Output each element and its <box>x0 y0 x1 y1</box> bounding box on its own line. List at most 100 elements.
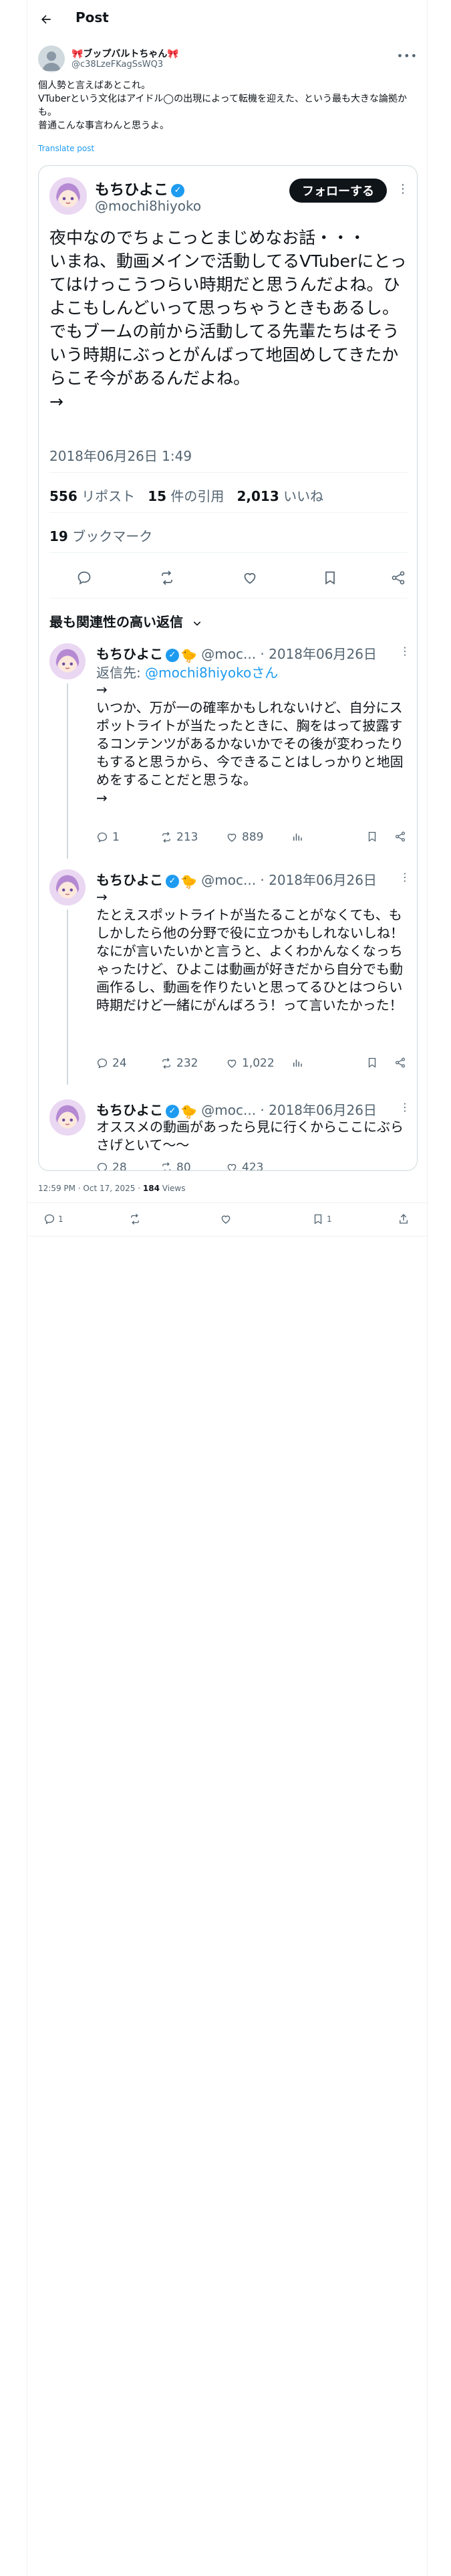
reply-icon[interactable] <box>76 570 92 586</box>
chick-icon: 🐤 <box>180 1103 197 1119</box>
thread-line <box>67 909 68 1085</box>
quote-author-handle[interactable]: @mochi8hiyoko <box>95 198 201 214</box>
embedded-tweet[interactable]: もちひよこ ✓ @mochi8hiyoko フォローする ⋮ 夜中なのでちょこっと… <box>38 165 418 1171</box>
divider <box>27 1236 428 1237</box>
reply-author-name[interactable]: もちひよこ <box>96 872 163 888</box>
retweet-icon <box>162 1162 170 1170</box>
post-author-row: 🎀ブップバルトちゃん🎀 @c38LzeFKagSsWQ3 ••• <box>38 45 418 72</box>
more-icon[interactable]: ••• <box>397 49 418 62</box>
like-button[interactable]: 1,022 <box>226 1057 275 1070</box>
retweet-button[interactable]: 213 <box>160 831 198 844</box>
page-title: Post <box>76 9 109 25</box>
reply-count: 24 <box>112 1057 127 1070</box>
bookmark-icon[interactable] <box>366 831 378 843</box>
quote-label[interactable]: 件の引用 <box>166 488 224 504</box>
share-icon[interactable] <box>398 1213 410 1225</box>
bookmark-icon <box>314 1214 322 1224</box>
sort-label: 最も関連性の高い返信 <box>49 614 183 630</box>
post-timestamp[interactable]: 12:59 PM · Oct 17, 2025 · 184 Views <box>38 1184 186 1193</box>
reply-button[interactable]: 24 <box>96 1057 127 1070</box>
retweet-label[interactable]: リポスト <box>78 488 135 504</box>
quote-date[interactable]: 2018年06月26日 1:49 <box>49 445 192 465</box>
more-icon[interactable]: ⋮ <box>400 1101 410 1113</box>
share-icon[interactable] <box>394 831 406 843</box>
retweet-icon[interactable] <box>159 570 175 586</box>
views-icon[interactable] <box>291 1057 303 1069</box>
back-arrow-icon[interactable] <box>38 11 54 27</box>
reply-text: オススメの動画があったら見に行くからここにぶらさげといて〜〜 <box>96 1119 404 1153</box>
bookmark-icon[interactable] <box>322 570 338 586</box>
divider <box>49 552 408 553</box>
retweet-button[interactable]: 232 <box>160 1057 198 1070</box>
like-icon[interactable] <box>220 1213 232 1225</box>
retweet-icon <box>162 1058 170 1069</box>
reply-icon <box>97 832 108 843</box>
share-icon[interactable] <box>390 570 406 586</box>
reply-button[interactable]: 1 <box>96 831 120 844</box>
reply-meta[interactable]: @moc... · 2018年06月26日 <box>197 646 377 662</box>
post-text: 個人勢と言えばあとこれ。 VTuberという文化はアイドル◯の出現によって転機を… <box>38 80 407 131</box>
quote-author-name-text: もちひよこ <box>95 182 169 199</box>
reply-action-bar: 1 213 889 <box>96 831 408 847</box>
bookmark-count: 1 <box>327 1214 332 1224</box>
reply-icon <box>97 1162 108 1170</box>
retweet-count: 556 <box>49 488 78 504</box>
reply-tweet[interactable]: もちひよこ ✓ 🐤 @moc... · 2018年06月26日 ⋮ → たとえスポッ… <box>39 867 417 1085</box>
more-icon[interactable]: ⋮ <box>400 645 410 657</box>
like-button[interactable]: 889 <box>226 831 263 844</box>
reply-meta[interactable]: @moc... · 2018年06月26日 <box>197 1102 377 1118</box>
avatar[interactable] <box>49 869 86 905</box>
views-icon[interactable] <box>291 831 303 843</box>
bookmark-button[interactable]: 1 <box>312 1213 332 1225</box>
avatar[interactable] <box>49 1099 86 1136</box>
views-count: 184 <box>142 1184 160 1193</box>
share-icon[interactable] <box>394 1057 406 1069</box>
chick-icon: 🐤 <box>180 647 197 663</box>
retweet-count: 232 <box>176 1057 198 1070</box>
avatar[interactable] <box>49 177 87 215</box>
post-action-bar: 1 1 <box>27 1208 428 1232</box>
translate-link[interactable]: Translate post <box>38 144 94 153</box>
reply-tweet[interactable]: もちひよこ ✓ 🐤 @moc... · 2018年06月26日 ⋮ 返信先: @mo… <box>39 641 417 859</box>
main-column: Post 🎀ブップバルトちゃん🎀 @c38LzeFKagSsWQ3 ••• 個人… <box>27 0 428 2576</box>
timestamp[interactable]: 12:59 PM · Oct 17, 2025 <box>38 1184 135 1193</box>
reply-author-name[interactable]: もちひよこ <box>96 646 163 662</box>
thread-line <box>67 683 68 859</box>
retweet-icon[interactable] <box>129 1213 141 1225</box>
reply-button[interactable]: 1 <box>43 1213 63 1225</box>
sort-replies-dropdown[interactable]: 最も関連性の高い返信 <box>49 611 202 631</box>
reply-button[interactable]: 28 <box>96 1161 127 1170</box>
reply-to-handle[interactable]: @mochi8hiyokoさん <box>145 665 278 681</box>
more-icon[interactable]: ⋮ <box>397 182 409 196</box>
reply-author-name[interactable]: もちひよこ <box>96 1102 163 1118</box>
chick-icon: 🐤 <box>180 873 197 889</box>
quote-author-name[interactable]: もちひよこ ✓ <box>95 178 185 199</box>
follow-button[interactable]: フォローする <box>289 179 387 203</box>
like-button[interactable]: 423 <box>226 1161 264 1171</box>
like-label[interactable]: いいね <box>279 488 323 504</box>
reply-action-bar: 28 80 423 <box>96 1161 408 1171</box>
reply-tweet[interactable]: もちひよこ ✓ 🐤 @moc... · 2018年06月26日 ⋮ オススメの動画が… <box>39 1097 417 1171</box>
bookmark-icon[interactable] <box>366 1057 378 1069</box>
more-icon[interactable]: ⋮ <box>400 871 410 883</box>
reply-meta[interactable]: @moc... · 2018年06月26日 <box>197 872 377 888</box>
views-label: Views <box>159 1184 186 1193</box>
like-count: 2,013 <box>237 488 279 504</box>
reply-action-bar: 24 232 1,022 <box>96 1057 408 1073</box>
reply-header: もちひよこ ✓ 🐤 @moc... · 2018年06月26日 <box>96 869 377 889</box>
reply-text: → たとえスポットライトが当たることがなくても、もしかしたら他の分野で役に立つか… <box>96 889 404 1013</box>
avatar[interactable] <box>49 643 86 679</box>
avatar[interactable] <box>38 45 65 72</box>
verified-badge-icon: ✓ <box>166 648 179 662</box>
divider <box>49 472 408 473</box>
reply-count: 1 <box>58 1214 63 1224</box>
like-icon[interactable] <box>242 570 258 586</box>
bookmark-label[interactable]: ブックマーク <box>68 528 152 544</box>
post-author-name[interactable]: 🎀ブップバルトちゃん🎀 <box>71 47 179 60</box>
reply-header: もちひよこ ✓ 🐤 @moc... · 2018年06月26日 <box>96 643 377 663</box>
retweet-button[interactable]: 80 <box>160 1161 191 1170</box>
like-count: 1,022 <box>242 1057 275 1070</box>
quote-stats: 556 リポスト 15 件の引用 2,013 いいね <box>49 486 323 505</box>
post-author-handle[interactable]: @c38LzeFKagSsWQ3 <box>71 60 163 70</box>
like-count: 423 <box>242 1161 264 1171</box>
